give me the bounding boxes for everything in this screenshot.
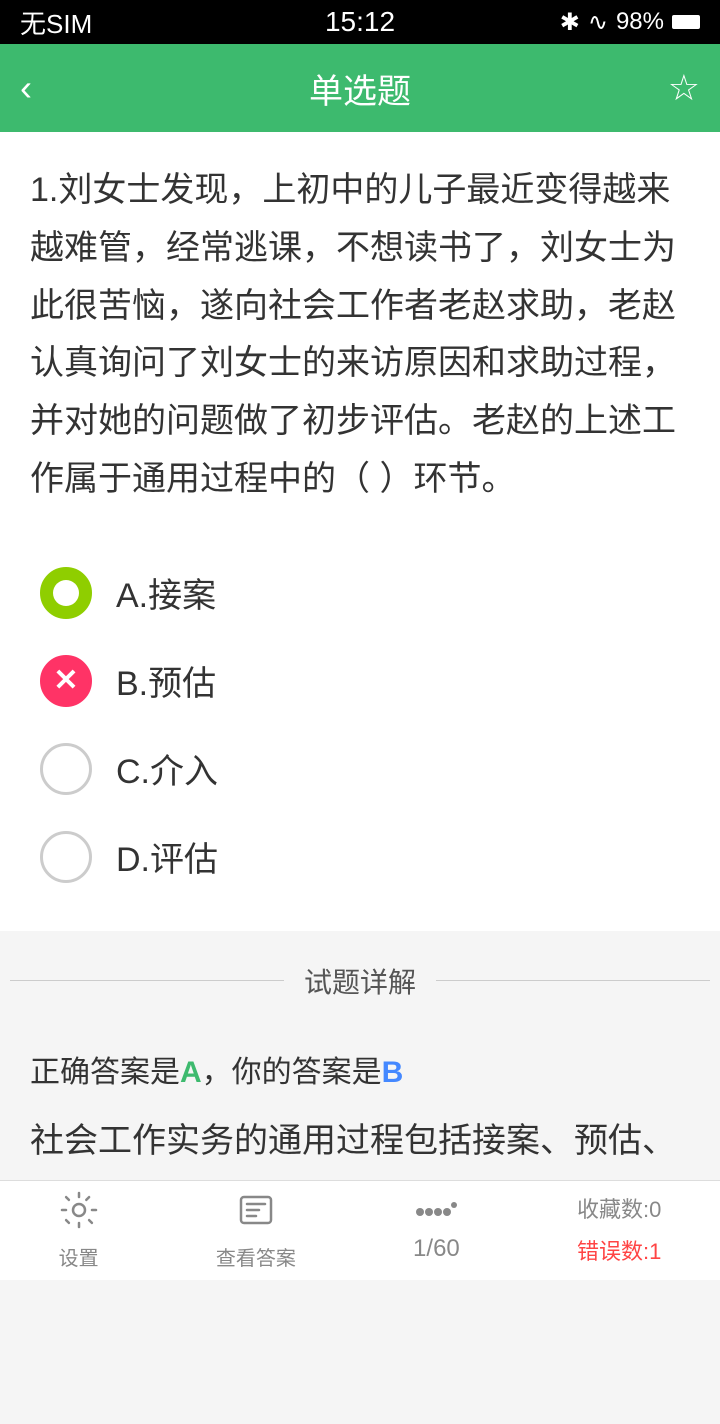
bottom-bar: 设置 查看答案 1/60 收藏数:0 错误数:1 (0, 1180, 720, 1280)
battery: 98% (616, 8, 664, 36)
answer-icon (237, 1191, 275, 1238)
progress-label: 1/60 (413, 1235, 460, 1263)
favorite-button[interactable]: ☆ (668, 67, 700, 109)
view-answer-label: 查看答案 (216, 1242, 296, 1271)
option-d-radio (40, 831, 92, 883)
option-b-label: B.预估 (116, 656, 216, 705)
back-button[interactable]: ‹ (20, 67, 32, 109)
explanation-divider: 试题详解 (0, 951, 720, 1011)
settings-label: 设置 (59, 1242, 99, 1271)
option-b-radio (40, 655, 92, 707)
favorites-stat: 收藏数:0 (577, 1191, 661, 1228)
divider-label: 试题详解 (284, 951, 436, 1011)
battery-icon (672, 15, 700, 29)
stats-section: 收藏数:0 错误数:1 (577, 1191, 661, 1270)
carrier: 无SIM (20, 4, 92, 41)
gear-icon (60, 1191, 98, 1238)
bluetooth-icon: ✱ (560, 8, 580, 37)
settings-button[interactable]: 设置 (59, 1191, 99, 1271)
option-c[interactable]: C.介入 (30, 725, 690, 813)
correct-answer: A (180, 1056, 202, 1089)
option-a-radio (40, 567, 92, 619)
status-bar: 无SIM 15:12 ✱ ∿ 98% (0, 0, 720, 44)
page-title: 单选题 (309, 64, 411, 113)
divider-line-left (10, 980, 284, 981)
status-icons: ✱ ∿ 98% (560, 8, 700, 37)
view-answer-button[interactable]: 查看答案 (216, 1191, 296, 1271)
option-a-label: A.接案 (116, 568, 216, 617)
option-d-label: D.评估 (116, 832, 218, 881)
question-text: 1.刘女士发现，上初中的儿子最近变得越来越难管，经常逃课，不想读书了，刘女士为此… (30, 162, 690, 509)
answer-summary: 正确答案是A，你的答案是B (30, 1047, 690, 1091)
question-content: 1.刘女士发现，上初中的儿子最近变得越来越难管，经常逃课，不想读书了，刘女士为此… (0, 132, 720, 931)
user-answer: B (382, 1056, 404, 1089)
options-list: A.接案 B.预估 C.介入 D.评估 (30, 539, 690, 911)
progress-dots-icon (414, 1199, 458, 1231)
wifi-icon: ∿ (588, 8, 608, 37)
option-d[interactable]: D.评估 (30, 813, 690, 901)
answer-prefix: 正确答案是 (30, 1056, 180, 1089)
option-c-label: C.介入 (116, 744, 218, 793)
header: ‹ 单选题 ☆ (0, 44, 720, 132)
option-b[interactable]: B.预估 (30, 637, 690, 725)
option-c-radio (40, 743, 92, 795)
progress-indicator[interactable]: 1/60 (413, 1199, 460, 1263)
divider-line-right (436, 980, 710, 981)
option-a[interactable]: A.接案 (30, 549, 690, 637)
errors-stat: 错误数:1 (577, 1233, 661, 1270)
answer-separator: ，你的答案是 (202, 1056, 382, 1089)
time: 15:12 (325, 6, 395, 38)
